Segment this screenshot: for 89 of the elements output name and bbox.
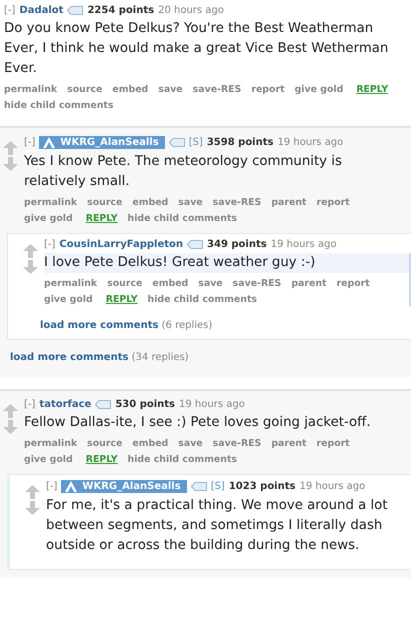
action-link[interactable]: parent (271, 438, 307, 450)
collapse-toggle[interactable]: [-] (4, 5, 16, 16)
action-link[interactable]: save (178, 438, 203, 450)
comment-text: For me, it's a practical thing. We move around a lot between segments, and sometimgs I literally dash outside or across the building during the news. (46, 497, 389, 555)
upvote-icon[interactable] (3, 141, 18, 155)
action-link[interactable]: parent (291, 278, 327, 290)
tag-icon[interactable] (67, 6, 84, 15)
comment-text: Yes I know Pete. The meteorology community is relatively small. (24, 153, 343, 191)
comment-text: Fellow Dallas-ite, I see :) Pete loves going jacket-off. (24, 414, 372, 432)
submitter-tag[interactable]: [S] (188, 137, 203, 148)
action-link[interactable]: report (336, 278, 370, 290)
upvote-icon[interactable] (23, 244, 38, 258)
reply-link[interactable]: REPLY (86, 454, 118, 466)
action-link[interactable]: save (158, 84, 183, 96)
reply-count: (34 replies) (132, 352, 189, 363)
action-link[interactable]: permalink (24, 438, 78, 450)
action-link[interactable]: embed (132, 438, 168, 450)
points-score: 2254 points (87, 5, 154, 16)
timestamp: 19 hours ago (270, 239, 337, 250)
action-link[interactable]: source (107, 278, 142, 290)
action-link[interactable]: report (251, 84, 285, 96)
vote-arrows[interactable] (3, 141, 18, 171)
collapse-toggle[interactable]: [-] (24, 399, 36, 410)
action-link[interactable]: permalink (4, 84, 58, 96)
upvote-icon[interactable] (3, 404, 18, 418)
tag-icon[interactable] (190, 482, 207, 491)
action-link[interactable]: give gold (44, 294, 93, 306)
downvote-icon[interactable] (23, 260, 38, 274)
reply-count: (6 replies) (162, 320, 212, 331)
action-link[interactable]: give gold (24, 213, 73, 225)
author-link[interactable]: Dadalot (19, 5, 64, 16)
vote-arrows[interactable] (23, 244, 38, 274)
timestamp: 19 hours ago (179, 399, 245, 410)
reply-link[interactable]: REPLY (356, 84, 388, 96)
mountain-icon (65, 481, 78, 492)
action-link[interactable]: save-RES (192, 84, 242, 96)
vote-arrows[interactable] (25, 485, 40, 515)
action-link[interactable]: save (198, 278, 223, 290)
collapse-toggle[interactable]: [-] (24, 137, 36, 148)
author-link[interactable]: WKRG_AlanSealls (61, 480, 187, 493)
downvote-icon[interactable] (3, 157, 18, 171)
load-more-link[interactable]: load more comments (40, 320, 158, 331)
author-link[interactable]: CousinLarryFappleton (59, 239, 184, 250)
points-score: 1023 points (228, 481, 296, 492)
action-link[interactable]: source (87, 197, 122, 209)
comment-text: I love Pete Delkus! Great weather guy :-) (44, 253, 409, 273)
points-score: 3598 points (206, 137, 274, 148)
downvote-icon[interactable] (3, 420, 18, 434)
action-link[interactable]: hide child comments (148, 294, 258, 306)
action-link[interactable]: hide child comments (128, 213, 238, 225)
action-link[interactable]: save-RES (212, 438, 262, 450)
action-link[interactable]: permalink (44, 278, 98, 290)
action-link[interactable]: embed (132, 197, 168, 209)
author-link[interactable]: WKRG_AlanSealls (39, 136, 165, 149)
collapse-toggle[interactable]: [-] (44, 239, 56, 250)
action-link[interactable]: hide child comments (128, 454, 238, 466)
vote-arrows[interactable] (3, 404, 18, 434)
comment-text: Do you know Pete Delkus? You're the Best Weatherman Ever, I think he would make a great Vice Best Wetherman Ever. (4, 20, 390, 78)
action-link[interactable]: save-RES (212, 197, 262, 209)
action-link[interactable]: source (87, 438, 122, 450)
action-link[interactable]: embed (112, 84, 148, 96)
timestamp: 19 hours ago (299, 481, 366, 492)
mountain-icon (43, 137, 56, 148)
tag-icon[interactable] (168, 138, 185, 147)
reply-link[interactable]: REPLY (86, 213, 118, 225)
collapse-toggle[interactable]: [-] (46, 481, 58, 492)
action-link[interactable]: permalink (24, 197, 78, 209)
action-link[interactable]: give gold (294, 84, 344, 96)
timestamp: 19 hours ago (277, 137, 344, 148)
tag-icon[interactable] (95, 400, 112, 409)
action-link[interactable]: give gold (24, 454, 73, 466)
points-score: 349 points (207, 239, 267, 250)
tag-icon[interactable] (187, 240, 204, 249)
points-score: 530 points (115, 399, 176, 410)
action-link[interactable]: save (178, 197, 203, 209)
action-link[interactable]: source (67, 84, 102, 96)
reply-link[interactable]: REPLY (106, 294, 138, 306)
upvote-icon[interactable] (25, 485, 40, 499)
action-link[interactable]: report (316, 438, 350, 450)
load-more-link[interactable]: load more comments (10, 352, 128, 363)
action-link[interactable]: parent (271, 197, 307, 209)
downvote-icon[interactable] (25, 501, 40, 515)
action-link[interactable]: embed (152, 278, 188, 290)
action-link[interactable]: save-RES (232, 278, 282, 290)
action-link[interactable]: hide child comments (4, 100, 114, 112)
submitter-tag[interactable]: [S] (210, 481, 225, 492)
action-link[interactable]: report (316, 197, 350, 209)
author-link[interactable]: tatorface (39, 399, 92, 410)
timestamp: 20 hours ago (158, 5, 224, 16)
